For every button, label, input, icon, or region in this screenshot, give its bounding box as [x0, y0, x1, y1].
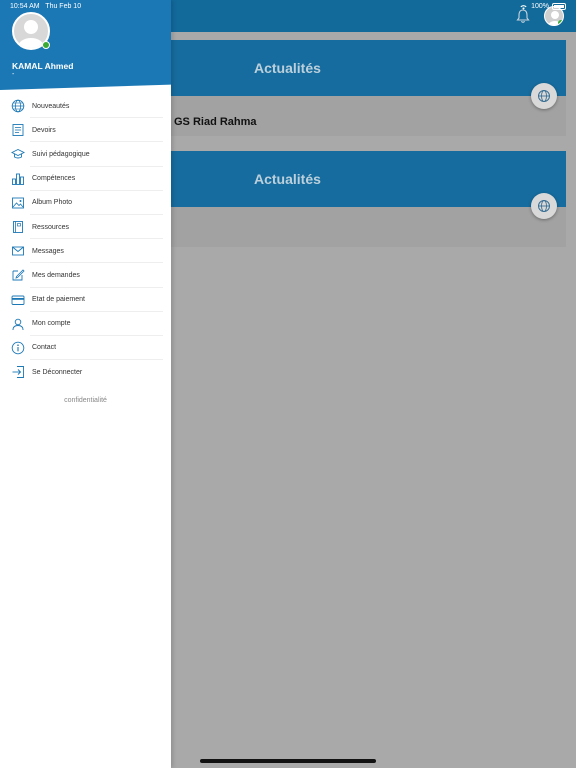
menu-item-ressources[interactable]: Ressources	[0, 215, 171, 240]
logout-icon	[12, 366, 24, 379]
menu-item-nouveautes[interactable]: Nouveautés	[0, 94, 171, 119]
menu-item-label: Messages	[32, 247, 64, 255]
news-card-title: Actualités	[254, 171, 321, 187]
book-icon	[13, 221, 23, 233]
status-time-date: 10:54 AM Thu Feb 10	[10, 3, 81, 10]
menu-item-album-photo[interactable]: Album Photo	[0, 191, 171, 216]
online-indicator	[558, 20, 563, 25]
menu-item-devoirs[interactable]: Devoirs	[0, 118, 171, 143]
news-card-title: Actualités	[254, 60, 321, 76]
menu-item-label: Ressources	[32, 223, 69, 231]
document-icon	[12, 124, 24, 137]
menu-item-mes-demandes[interactable]: Mes demandes	[0, 263, 171, 288]
news-card-text: GS Riad Rahma	[174, 116, 257, 128]
menu-item-mon-compte[interactable]: Mon compte	[0, 312, 171, 337]
menu-item-label: Devoirs	[32, 126, 56, 134]
globe-icon	[11, 99, 25, 113]
side-drawer: KAMAL Ahmed - Nouveautés Devoirs Suivi p…	[0, 0, 171, 768]
menu-item-label: Suivi pédagogique	[32, 150, 90, 158]
status-right: 100%	[519, 3, 566, 10]
menu-item-se-deconnecter[interactable]: Se Déconnecter	[0, 360, 171, 384]
globe-icon	[538, 90, 550, 102]
status-date: Thu Feb 10	[45, 3, 82, 10]
edit-icon	[12, 269, 25, 281]
info-icon	[11, 341, 25, 355]
menu-item-label: Album Photo	[32, 199, 73, 207]
menu-item-label: Compétences	[32, 175, 76, 183]
menu-item-messages[interactable]: Messages	[0, 239, 171, 264]
globe-button[interactable]	[531, 83, 557, 109]
photo-icon	[12, 197, 24, 209]
menu-item-label: Mon compte	[32, 320, 71, 328]
wifi-icon	[520, 5, 527, 10]
drawer-menu: Nouveautés Devoirs Suivi pédagogique Com…	[0, 94, 171, 384]
online-indicator	[42, 41, 50, 49]
menu-item-label: Etat de paiement	[32, 296, 85, 304]
home-indicator	[200, 759, 376, 763]
graduation-cap-icon	[11, 149, 25, 159]
menu-item-contact[interactable]: Contact	[0, 336, 171, 361]
menu-item-label: Se Déconnecter	[32, 368, 83, 376]
menu-item-label: Contact	[32, 344, 57, 352]
user-icon	[12, 318, 24, 330]
confidentiality-link[interactable]: confidentialité	[0, 397, 171, 404]
menu-item-label: Nouveautés	[32, 102, 70, 110]
credit-card-icon	[11, 295, 25, 305]
status-bar: 10:54 AM Thu Feb 10 100%	[0, 0, 576, 14]
globe-icon	[538, 200, 550, 212]
envelope-icon	[12, 246, 24, 256]
battery-icon	[552, 3, 566, 10]
menu-item-competences[interactable]: Compétences	[0, 167, 171, 191]
menu-item-etat-de-paiement[interactable]: Etat de paiement	[0, 288, 171, 312]
bar-chart-icon	[12, 173, 24, 185]
globe-button[interactable]	[531, 193, 557, 219]
profile-subtitle: -	[12, 71, 15, 78]
profile-name: KAMAL Ahmed	[12, 61, 74, 71]
battery-percent: 100%	[531, 3, 549, 10]
status-time: 10:54 AM	[10, 3, 40, 10]
menu-item-suivi-pedagogique[interactable]: Suivi pédagogique	[0, 142, 171, 167]
menu-item-label: Mes demandes	[32, 271, 80, 279]
